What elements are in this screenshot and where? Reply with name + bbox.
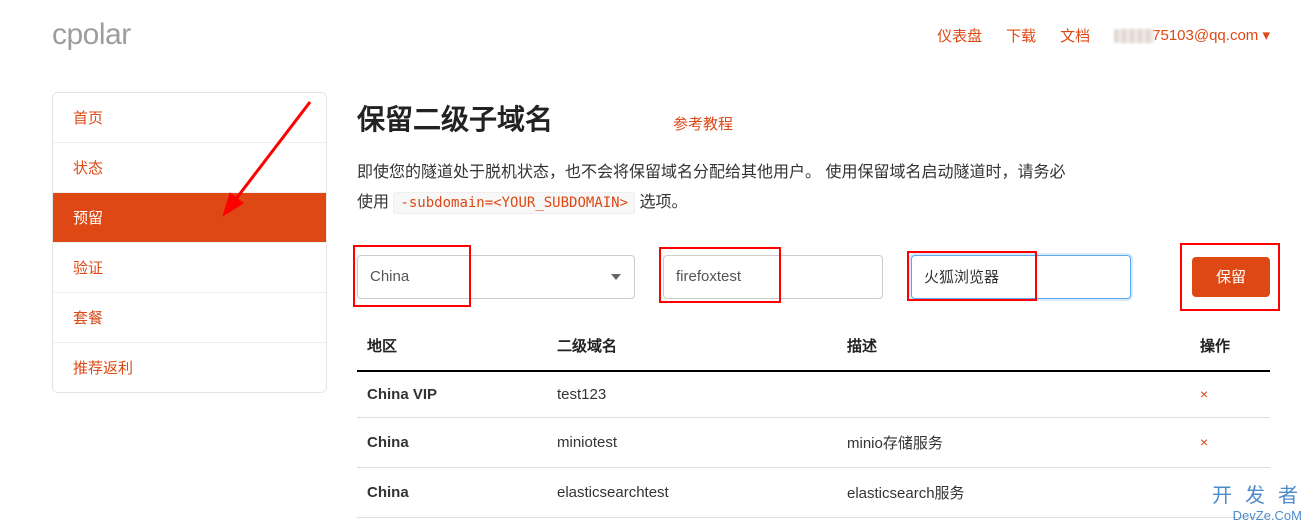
reference-tutorial-link[interactable]: 参考教程 [673,113,733,134]
nav-download[interactable]: 下载 [1006,25,1036,46]
col-region: 地区 [357,323,547,371]
page-title: 保留二级子域名 [357,98,553,138]
col-desc: 描述 [837,323,1190,371]
main-content: 保留二级子域名 参考教程 即使您的隧道处于脱机状态，也不会将保留域名分配给其他用… [357,92,1270,518]
subdomain-input[interactable] [663,255,883,299]
sidebar: 首页 状态 预留 验证 套餐 推荐返利 [52,92,327,393]
sidebar-item-verify[interactable]: 验证 [53,242,326,292]
delete-icon[interactable]: × [1200,434,1208,450]
reserved-table: 地区 二级域名 描述 操作 China VIP test123 × China [357,323,1270,518]
nav-user-email[interactable]: 75103@qq.com ▾ [1114,26,1270,44]
col-action: 操作 [1190,323,1270,371]
email-obscured [1114,29,1154,43]
nav-docs[interactable]: 文档 [1060,25,1090,46]
sidebar-item-reserve[interactable]: 预留 [53,192,326,242]
nav-dashboard[interactable]: 仪表盘 [937,25,982,46]
sidebar-item-home[interactable]: 首页 [53,93,326,142]
table-row: China miniotest minio存储服务 × [357,417,1270,467]
table-row: China elasticsearchtest elasticsearch服务 [357,467,1270,517]
description-input[interactable] [911,255,1131,299]
brand-logo: cpolar [52,18,131,52]
page-description: 即使您的隧道处于脱机状态，也不会将保留域名分配给其他用户。 使用保留域名启动隧道… [357,158,1077,219]
top-nav: 仪表盘 下载 文档 75103@qq.com ▾ [937,25,1270,46]
code-subdomain-flag: -subdomain=<YOUR_SUBDOMAIN> [393,192,635,214]
sidebar-item-referral[interactable]: 推荐返利 [53,342,326,392]
table-row: China VIP test123 × [357,371,1270,418]
chevron-down-icon: ▾ [1262,27,1270,44]
region-select[interactable]: China [357,255,635,299]
top-bar: cpolar 仪表盘 下载 文档 75103@qq.com ▾ [0,0,1312,52]
col-subdomain: 二级域名 [547,323,837,371]
sidebar-item-plan[interactable]: 套餐 [53,292,326,342]
delete-icon[interactable]: × [1200,386,1208,402]
reserve-button[interactable]: 保留 [1192,257,1270,297]
watermark: 开 发 者 DevZe.CoM [1212,484,1302,524]
reserve-form: China 保留 [357,255,1270,299]
sidebar-item-status[interactable]: 状态 [53,142,326,192]
